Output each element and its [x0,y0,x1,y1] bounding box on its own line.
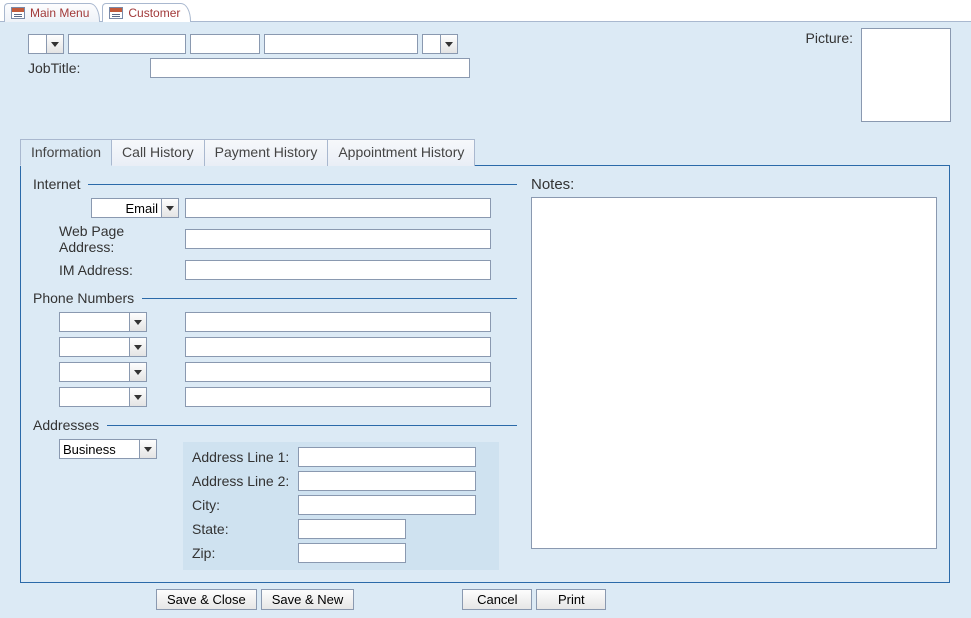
suffix-input[interactable] [422,34,440,54]
address-legend: Addresses [33,417,99,433]
phone-type-combo[interactable] [59,362,147,382]
phone-type-input[interactable] [59,312,129,332]
dropdown-button[interactable] [161,198,179,218]
web-label: Web Page Address: [59,223,179,255]
dropdown-button[interactable] [129,337,147,357]
chevron-down-icon [166,206,174,211]
tab-information[interactable]: Information [20,139,112,166]
divider [142,298,517,299]
address-type-combo[interactable] [59,439,157,459]
information-page: Internet [20,165,950,583]
form-icon [109,7,123,19]
line1-label: Address Line 1: [192,449,292,465]
form-icon [11,7,25,19]
notes-label: Notes: [531,176,937,193]
phone-type-input[interactable] [59,387,129,407]
im-input[interactable] [185,260,491,280]
tab-label: Appointment History [338,144,464,160]
first-name-input[interactable] [68,34,186,54]
left-column: Internet [33,176,517,570]
suffix-combo[interactable] [422,34,458,54]
address-line1-input[interactable] [298,447,476,467]
doc-tab-label: Main Menu [30,6,89,20]
document-tabs: Main Menu Customer [0,0,971,22]
tab-appointment-history[interactable]: Appointment History [327,139,475,166]
dropdown-button[interactable] [129,387,147,407]
phone-legend: Phone Numbers [33,290,134,306]
phone-group: Phone Numbers [33,290,517,407]
tab-label: Payment History [215,144,318,160]
doc-tab-label: Customer [128,6,180,20]
dropdown-button[interactable] [139,439,157,459]
state-input[interactable] [298,519,406,539]
phone-number-input[interactable] [185,387,491,407]
dropdown-button[interactable] [129,312,147,332]
cancel-button[interactable]: Cancel [462,589,532,610]
zip-label: Zip: [192,545,292,561]
right-column: Notes: [531,176,937,570]
jobtitle-input[interactable] [150,58,470,78]
zip-input[interactable] [298,543,406,563]
dropdown-button[interactable] [440,34,458,54]
im-label: IM Address: [59,262,179,278]
name-block: JobTitle: [28,34,470,78]
phone-number-input[interactable] [185,312,491,332]
email-type-combo[interactable] [91,198,179,218]
state-label: State: [192,521,292,537]
phone-number-input[interactable] [185,337,491,357]
dropdown-button[interactable] [46,34,64,54]
email-type-input[interactable] [91,198,161,218]
address-line2-input[interactable] [298,471,476,491]
prefix-input[interactable] [28,34,46,54]
form-buttons: Save & Close Save & New Cancel Print [156,589,955,610]
notes-textarea[interactable] [531,197,937,549]
tab-label: Call History [122,144,194,160]
chevron-down-icon [134,370,142,375]
middle-name-input[interactable] [190,34,260,54]
chevron-down-icon [51,42,59,47]
email-input[interactable] [185,198,491,218]
chevron-down-icon [144,447,152,452]
picture-block: Picture: [806,28,951,122]
chevron-down-icon [134,395,142,400]
address-panel: Address Line 1: Address Line 2: City: [183,442,499,570]
doc-tab-customer[interactable]: Customer [102,3,191,22]
chevron-down-icon [445,42,453,47]
phone-number-input[interactable] [185,362,491,382]
save-close-button[interactable]: Save & Close [156,589,257,610]
tab-call-history[interactable]: Call History [111,139,205,166]
city-label: City: [192,497,292,513]
picture-box[interactable] [861,28,951,122]
phone-type-combo[interactable] [59,387,147,407]
doc-tab-main-menu[interactable]: Main Menu [4,3,100,22]
prefix-combo[interactable] [28,34,64,54]
print-button[interactable]: Print [536,589,606,610]
phone-type-combo[interactable] [59,337,147,357]
address-type-input[interactable] [59,439,139,459]
tab-label: Information [31,144,101,160]
last-name-input[interactable] [264,34,418,54]
phone-type-input[interactable] [59,362,129,382]
line2-label: Address Line 2: [192,473,292,489]
tab-payment-history[interactable]: Payment History [204,139,329,166]
phone-type-input[interactable] [59,337,129,357]
dropdown-button[interactable] [129,362,147,382]
divider [88,184,517,185]
detail-tabstrip: Information Call History Payment History… [20,138,955,583]
divider [107,425,517,426]
web-input[interactable] [185,229,491,249]
picture-label: Picture: [806,28,853,46]
internet-legend: Internet [33,176,80,192]
chevron-down-icon [134,345,142,350]
phone-type-combo[interactable] [59,312,147,332]
address-group: Addresses Address Line 1: [33,417,517,570]
jobtitle-label: JobTitle: [28,60,146,76]
customer-form: JobTitle: Picture: Information Call Hist… [0,22,971,618]
city-input[interactable] [298,495,476,515]
chevron-down-icon [134,320,142,325]
internet-group: Internet [33,176,517,280]
save-new-button[interactable]: Save & New [261,589,355,610]
